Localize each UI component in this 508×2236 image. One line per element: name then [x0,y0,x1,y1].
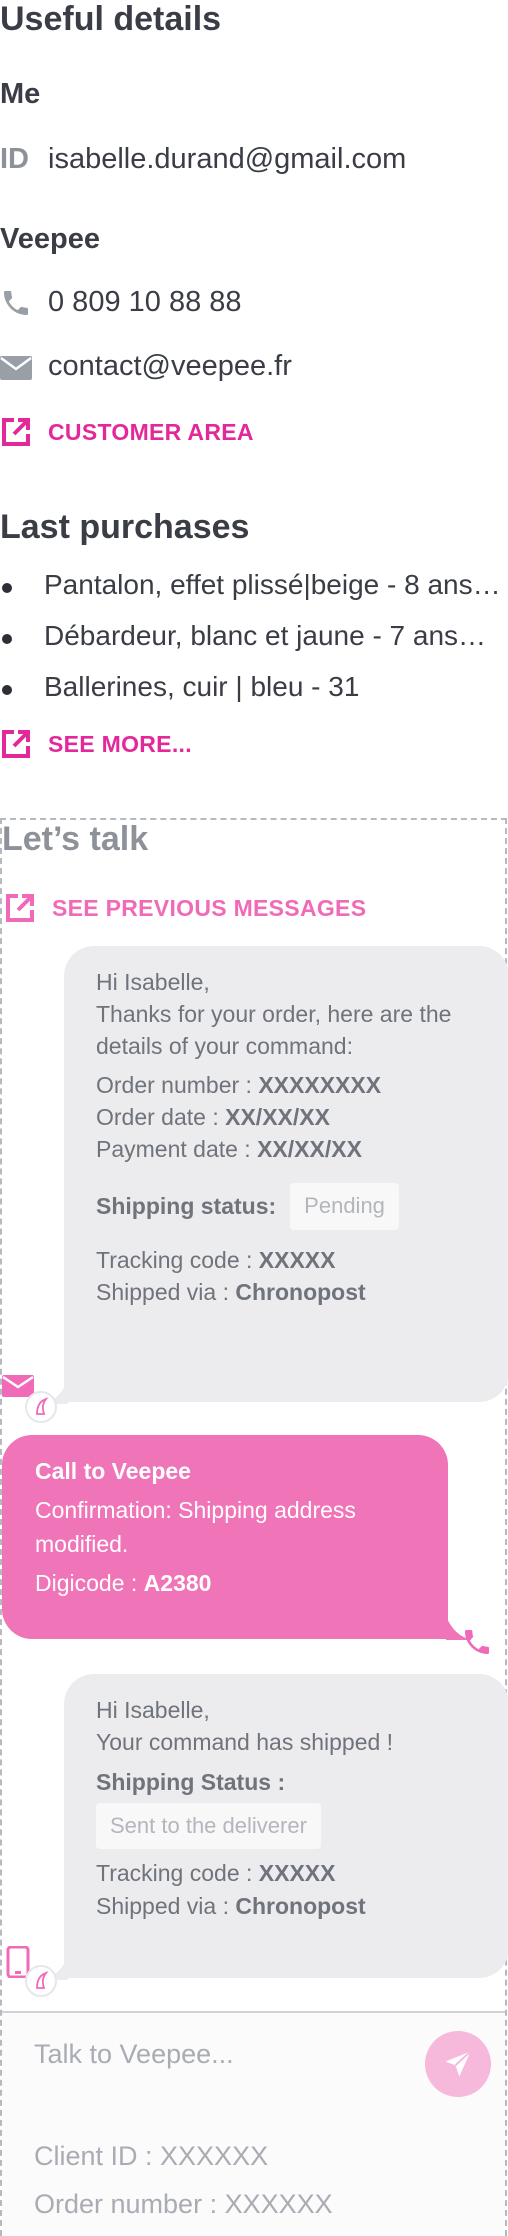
call-text: Confirmation: Shipping address modified. [35,1497,356,1557]
agent-avatar-icon [24,1390,58,1429]
shipping-status-label: Shipping Status : [96,1769,286,1796]
purchase-item[interactable]: Pantalon, effet plissé|beige - 8 ans… [44,569,501,601]
customer-area-label: CUSTOMER AREA [48,418,254,445]
send-button[interactable] [425,2031,491,2097]
message-bubble: Hi Isabelle, Your command has shipped ! … [64,1674,508,1978]
customer-area-link[interactable]: CUSTOMER AREA [0,416,254,448]
bullet [2,583,12,593]
tracking-row: Tracking code : XXXXX [96,1860,336,1887]
carrier-row: Shipped via : Chronopost [96,1279,366,1306]
message-bubble-call: Call to Veepee Confirmation: Shipping ad… [2,1435,448,1639]
composer-input[interactable]: Talk to Veepee... [34,2039,234,2070]
tracking-row: Tracking code : XXXXX [96,1246,336,1273]
see-more-link[interactable]: SEE MORE... [0,728,192,760]
external-link-icon [0,728,32,760]
order-number-line: Order number : XXXXXX [34,2189,333,2219]
see-previous-messages-link[interactable]: SEE PREVIOUS MESSAGES [4,892,366,924]
shipping-status-label: Shipping status: [96,1193,277,1220]
envelope-icon [0,356,32,385]
call-title: Call to Veepee [35,1458,191,1484]
last-purchases-title: Last purchases [0,508,250,546]
external-link-icon [4,892,36,924]
phone-icon [0,287,32,324]
see-more-label: SEE MORE... [48,730,192,757]
veepee-contact-email[interactable]: contact@veepee.fr [48,350,292,383]
message-text: Your command has shipped ! [96,1729,394,1756]
me-heading: Me [0,78,41,110]
external-link-icon [0,416,32,448]
client-id-line: Client ID : XXXXXX [34,2141,269,2171]
digicode-row: Digicode : A2380 [35,1570,212,1597]
phone-icon [461,1626,493,1663]
purchase-item[interactable]: Débardeur, blanc et jaune - 7 ans… [44,620,486,652]
message-greeting: Hi Isabelle, [96,969,210,995]
payment-date-row: Payment date : XX/XX/XX [96,1135,362,1162]
bullet [2,634,12,644]
message-intro: Thanks for your order, here are the deta… [96,1001,452,1060]
see-previous-messages-label: SEE PREVIOUS MESSAGES [52,894,367,921]
id-label: ID [0,143,29,175]
veepee-phone[interactable]: 0 809 10 88 88 [48,286,242,319]
status-badge: Sent to the deliverer [96,1802,321,1850]
agent-avatar-icon [24,1964,58,2003]
message-composer[interactable]: Talk to Veepee... Client ID : XXXXXX Ord… [2,2011,505,2236]
order-date-row: Order date : XX/XX/XX [96,1103,330,1130]
carrier-row: Shipped via : Chronopost [96,1892,366,1919]
send-icon [443,2049,473,2079]
order-number-row: Order number : XXXXXXXX [96,1071,382,1098]
message-greeting: Hi Isabelle, [96,1697,210,1723]
message-bubble: Hi Isabelle, Thanks for your order, here… [64,946,508,1402]
useful-details-title: Useful details [0,0,222,38]
status-badge: Pending [290,1183,399,1230]
purchase-item[interactable]: Ballerines, cuir | bleu - 31 [44,671,359,703]
shipping-status-row: Shipping status: Pending [96,1183,466,1230]
bullet [2,685,12,695]
user-email: isabelle.durand@gmail.com [48,143,407,175]
chat-title: Let’s talk [2,820,149,858]
veepee-heading: Veepee [0,223,100,255]
